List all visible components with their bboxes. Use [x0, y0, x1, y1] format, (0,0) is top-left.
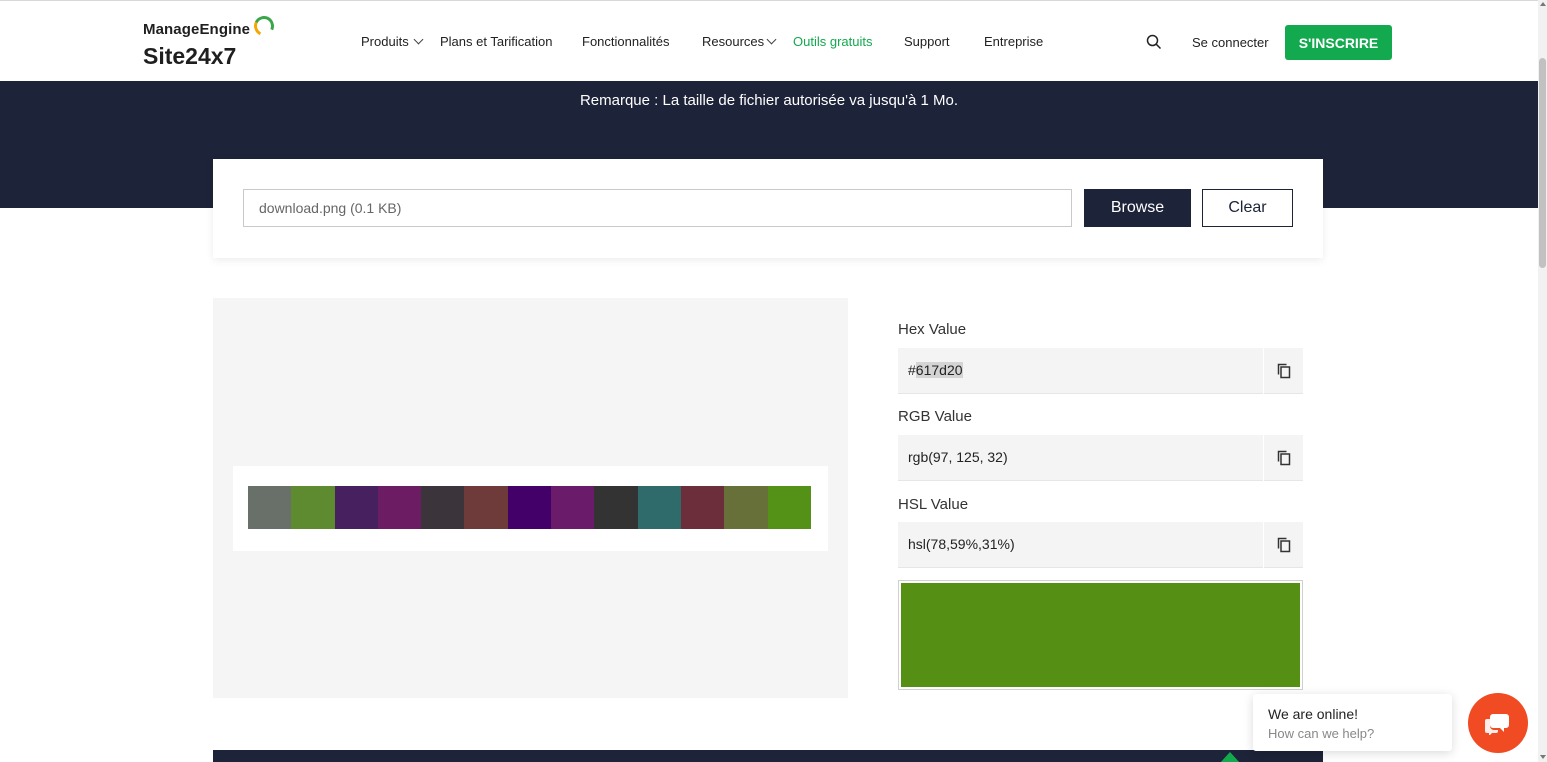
copy-hex-button[interactable] [1263, 348, 1303, 394]
chat-icon [1485, 714, 1509, 735]
logo-brand[interactable]: ManageEngine [143, 21, 250, 38]
file-size-note: Remarque : La taille de fichier autorisé… [579, 92, 959, 109]
copy-icon [1277, 450, 1290, 466]
clear-button[interactable]: Clear [1202, 189, 1293, 227]
nav-item-produits[interactable]: Produits [361, 34, 409, 49]
chevron-down-icon [766, 34, 777, 45]
nav-item-support[interactable]: Support [904, 34, 950, 49]
copy-icon [1277, 363, 1290, 379]
browse-button[interactable]: Browse [1084, 189, 1191, 227]
nav-item-fonctionnalites[interactable]: Fonctionnalités [582, 34, 669, 49]
hsl-value[interactable]: hsl(78,59%,31%) [908, 536, 1015, 552]
hex-digits: 617d20 [915, 362, 963, 378]
copy-icon [1277, 537, 1290, 553]
top-navbar: ManageEngine Site24x7 Produits Plans et … [0, 0, 1538, 81]
scroll-up-icon[interactable] [1540, 2, 1546, 6]
chat-popup[interactable]: We are online! How can we help? [1253, 694, 1452, 751]
copy-hsl-button[interactable] [1263, 522, 1303, 568]
color-preview-box [898, 580, 1303, 690]
hex-value-box: #617d20 [898, 348, 1303, 394]
scroll-thumb[interactable] [1539, 58, 1546, 268]
uploaded-image [233, 466, 828, 551]
hex-prefix: # [908, 362, 916, 378]
signup-button[interactable]: S'INSCRIRE [1285, 25, 1392, 60]
upload-card: download.png (0.1 KB) Browse Clear [213, 159, 1323, 258]
chat-button[interactable] [1468, 693, 1528, 753]
palette-swatch[interactable] [334, 486, 378, 529]
rgb-value[interactable]: rgb(97, 125, 32) [908, 449, 1008, 465]
hex-value[interactable]: #617d20 [908, 362, 963, 378]
palette-swatch[interactable] [507, 486, 552, 529]
page-scrollbar[interactable] [1538, 0, 1547, 762]
image-preview-panel [213, 298, 848, 698]
nav-item-outils-gratuits[interactable]: Outils gratuits [793, 34, 872, 49]
nav-item-plans[interactable]: Plans et Tarification [440, 34, 553, 49]
rgb-label: RGB Value [898, 408, 972, 425]
logo-arc-icon [251, 13, 277, 39]
chevron-down-icon [413, 34, 424, 45]
palette-swatch[interactable] [680, 486, 725, 529]
palette-swatch[interactable] [551, 486, 595, 529]
login-link[interactable]: Se connecter [1192, 35, 1269, 50]
nav-item-resources[interactable]: Resources [702, 34, 764, 49]
palette-swatch[interactable] [291, 486, 335, 529]
palette-swatch[interactable] [464, 486, 508, 529]
chat-subtitle: How can we help? [1268, 726, 1375, 741]
palette-swatch[interactable] [724, 486, 768, 529]
selected-color-swatch [901, 583, 1300, 687]
tree-icon [1219, 752, 1241, 762]
hsl-label: HSL Value [898, 496, 969, 513]
logo-product[interactable]: Site24x7 [143, 43, 236, 70]
scroll-down-icon[interactable] [1540, 755, 1546, 759]
palette-swatch[interactable] [421, 486, 465, 529]
rgb-value-box: rgb(97, 125, 32) [898, 435, 1303, 481]
file-name-field[interactable]: download.png (0.1 KB) [243, 189, 1072, 227]
search-icon[interactable] [1146, 34, 1162, 50]
palette-swatch[interactable] [594, 486, 638, 529]
hsl-value-box: hsl(78,59%,31%) [898, 522, 1303, 568]
color-swatch-strip[interactable] [248, 486, 811, 529]
palette-swatch[interactable] [377, 486, 422, 529]
palette-swatch[interactable] [767, 486, 811, 529]
chat-title: We are online! [1268, 706, 1359, 722]
copy-rgb-button[interactable] [1263, 435, 1303, 481]
palette-swatch[interactable] [637, 486, 681, 529]
nav-item-entreprise[interactable]: Entreprise [984, 34, 1043, 49]
footer-banner [213, 750, 1323, 762]
palette-swatch[interactable] [248, 486, 292, 529]
hex-label: Hex Value [898, 321, 967, 338]
